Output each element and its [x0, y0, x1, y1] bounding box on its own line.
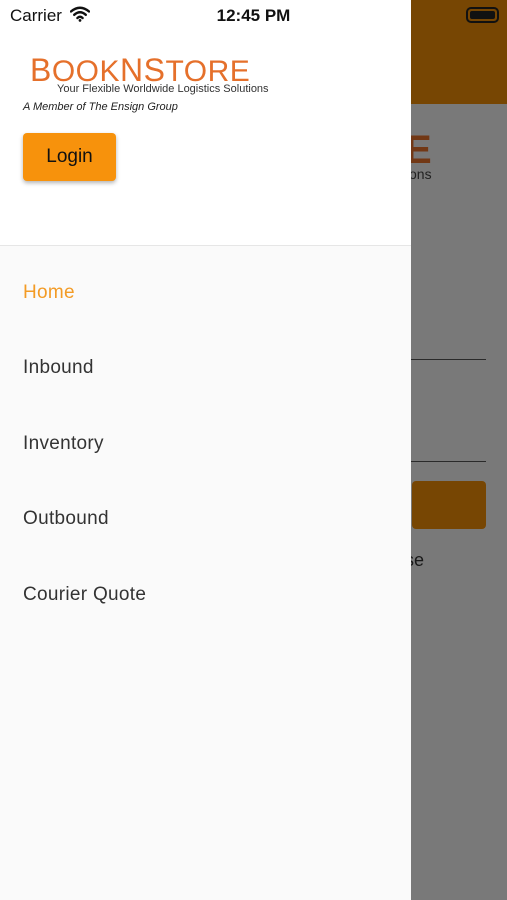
menu-item-courier-quote[interactable]: Courier Quote: [0, 557, 411, 632]
status-time: 12:45 PM: [216, 6, 291, 25]
drawer-header: BOOKNSTORE Your Flexible Worldwide Logis…: [0, 0, 411, 246]
menu-item-inbound[interactable]: Inbound: [0, 330, 411, 405]
menu-item-home[interactable]: Home: [0, 255, 411, 330]
login-button[interactable]: Login: [23, 133, 116, 181]
status-bar: Carrier 12:45 PM: [0, 0, 507, 32]
menu-item-inventory[interactable]: Inventory: [0, 406, 411, 481]
logo-tagline: Your Flexible Worldwide Logistics Soluti…: [57, 83, 269, 95]
battery-icon: [466, 7, 499, 23]
member-text: A Member of The Ensign Group: [23, 101, 178, 113]
navigation-drawer: BOOKNSTORE Your Flexible Worldwide Logis…: [0, 0, 411, 900]
booknstore-logo: BOOKNSTORE Your Flexible Worldwide Logis…: [30, 52, 276, 98]
menu-item-outbound[interactable]: Outbound: [0, 481, 411, 556]
